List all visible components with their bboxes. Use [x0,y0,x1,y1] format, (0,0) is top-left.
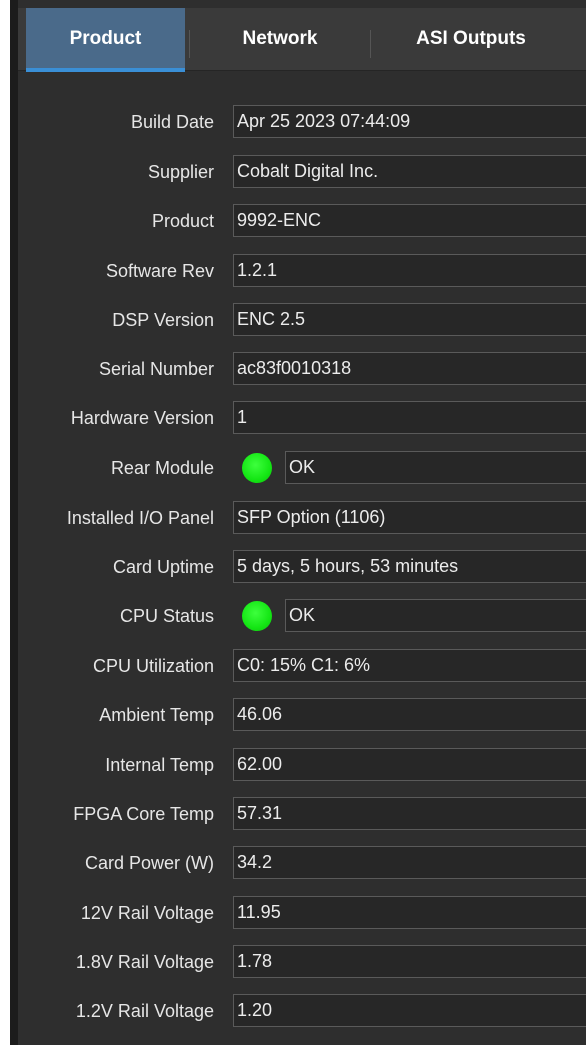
active-tab-indicator [26,68,185,72]
rear-module-status-field: OK [285,451,586,484]
tab-product[interactable]: Product [26,8,185,70]
internal-temp-label: Internal Temp [105,755,214,775]
product-field: 9992-ENC [233,204,586,237]
supplier-label: Supplier [147,162,214,182]
fpga-core-temp-label: FPGA Core Temp [73,804,214,824]
internal-temp-field: 62.00 [233,748,586,781]
ambient-temp-label: Ambient Temp [99,705,214,725]
product-panel: Product Network ASI Outputs Build Date A… [18,0,586,1045]
rail-1-2v-label: 1.2V Rail Voltage [75,1001,214,1021]
rail-1-8v-field: 1.78 [233,945,586,978]
cpu-utilization-label: CPU Utilization [92,656,214,676]
rail-12v-field: 11.95 [233,896,586,929]
software-rev-row: Software Rev 1.2.1 [18,253,586,289]
ambient-temp-field: 46.06 [233,698,586,731]
card-uptime-row: Card Uptime 5 days, 5 hours, 53 minutes [18,549,586,585]
installed-io-panel-row: Installed I/O Panel SFP Option (1106) [18,500,586,536]
ambient-temp-row: Ambient Temp 46.06 [18,697,586,733]
serial-number-label: Serial Number [98,359,214,379]
rear-module-row: Rear Module OK [18,450,586,486]
dsp-version-row: DSP Version ENC 2.5 [18,302,586,338]
internal-temp-row: Internal Temp 62.00 [18,747,586,783]
build-date-row: Build Date Apr 25 2023 07:44:09 [18,104,586,140]
software-rev-field: 1.2.1 [233,254,586,287]
build-date-label: Build Date [130,112,214,132]
dsp-version-label: DSP Version [112,310,214,330]
cpu-utilization-row: CPU Utilization C0: 15% C1: 6% [18,648,586,684]
card-uptime-label: Card Uptime [112,557,214,577]
rear-module-label: Rear Module [110,458,214,478]
tab-asi-outputs[interactable]: ASI Outputs [371,8,571,70]
dsp-version-field: ENC 2.5 [233,303,586,336]
installed-io-panel-label: Installed I/O Panel [66,508,214,528]
software-rev-label: Software Rev [105,261,214,281]
card-power-row: Card Power (W) 34.2 [18,845,586,881]
serial-number-row: Serial Number ac83f0010318 [18,351,586,387]
rail-1-8v-row: 1.8V Rail Voltage 1.78 [18,944,586,980]
serial-number-field: ac83f0010318 [233,352,586,385]
hardware-version-field: 1 [233,401,586,434]
card-power-label: Card Power (W) [84,853,214,873]
green-led-icon [242,453,272,483]
cpu-utilization-field: C0: 15% C1: 6% [233,649,586,682]
fpga-core-temp-field: 57.31 [233,797,586,830]
window-edge [10,0,18,1045]
cpu-status-field: OK [285,599,586,632]
green-led-icon [242,601,272,631]
rail-12v-row: 12V Rail Voltage 11.95 [18,895,586,931]
hardware-version-row: Hardware Version 1 [18,400,586,436]
app-window: Product Network ASI Outputs Build Date A… [0,0,586,1045]
card-power-field: 34.2 [233,846,586,879]
product-row: Product 9992-ENC [18,203,586,239]
rail-1-8v-label: 1.8V Rail Voltage [75,952,214,972]
tab-bar: Product Network ASI Outputs [18,8,586,72]
fpga-core-temp-row: FPGA Core Temp 57.31 [18,796,586,832]
cpu-status-label: CPU Status [119,606,214,626]
build-date-field: Apr 25 2023 07:44:09 [233,105,586,138]
rail-12v-label: 12V Rail Voltage [80,903,214,923]
cpu-status-row: CPU Status OK [18,598,586,634]
supplier-field: Cobalt Digital Inc. [233,155,586,188]
product-label: Product [151,211,214,231]
supplier-row: Supplier Cobalt Digital Inc. [18,154,586,190]
hardware-version-label: Hardware Version [70,408,214,428]
card-uptime-field: 5 days, 5 hours, 53 minutes [233,550,586,583]
tab-network[interactable]: Network [190,8,370,70]
rail-1-2v-row: 1.2V Rail Voltage 1.20 [18,993,586,1029]
rail-1-2v-field: 1.20 [233,994,586,1027]
installed-io-panel-field: SFP Option (1106) [233,501,586,534]
